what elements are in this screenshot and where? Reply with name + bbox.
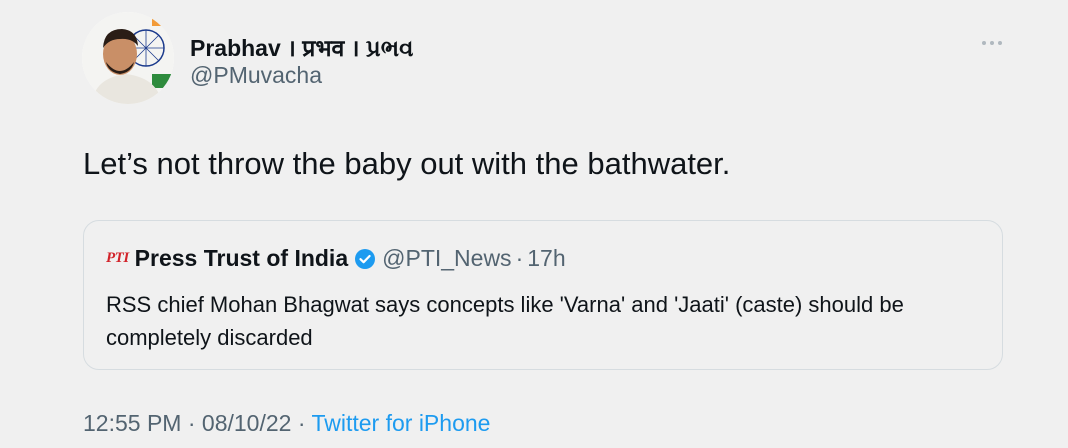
more-options-button[interactable] <box>976 30 1008 56</box>
meta-separator: · <box>291 410 312 436</box>
pti-logo: PTI <box>106 250 129 266</box>
quoted-timestamp[interactable]: 17h <box>527 245 565 272</box>
avatar[interactable] <box>82 12 174 104</box>
author-handle[interactable]: @PMuvacha <box>190 62 322 89</box>
tweet-meta: 12:55 PM · 08/10/22 · Twitter for iPhone <box>83 410 490 437</box>
verified-badge-icon <box>354 248 376 270</box>
tweet-text: Let’s not throw the baby out with the ba… <box>83 146 731 181</box>
quoted-tweet-header: PTI Press Trust of India @PTI_News · 17h <box>106 245 566 272</box>
meta-separator: · <box>181 410 202 436</box>
author-name[interactable]: Prabhav । प्रभव । પ્રભવ <box>190 31 413 63</box>
tweet-date[interactable]: 08/10/22 <box>202 410 292 436</box>
tweet-time[interactable]: 12:55 PM <box>83 410 181 436</box>
avatar-image <box>82 12 174 104</box>
quoted-tweet-card[interactable]: PTI Press Trust of India @PTI_News · 17h… <box>83 220 1003 370</box>
quoted-author-handle[interactable]: @PTI_News <box>382 245 511 272</box>
quoted-separator: · <box>515 245 524 271</box>
tweet-source-link[interactable]: Twitter for iPhone <box>311 410 490 436</box>
more-icon <box>982 41 1002 45</box>
quoted-tweet-text: RSS chief Mohan Bhagwat says concepts li… <box>106 292 904 350</box>
quoted-author-name[interactable]: Press Trust of India <box>135 245 348 272</box>
